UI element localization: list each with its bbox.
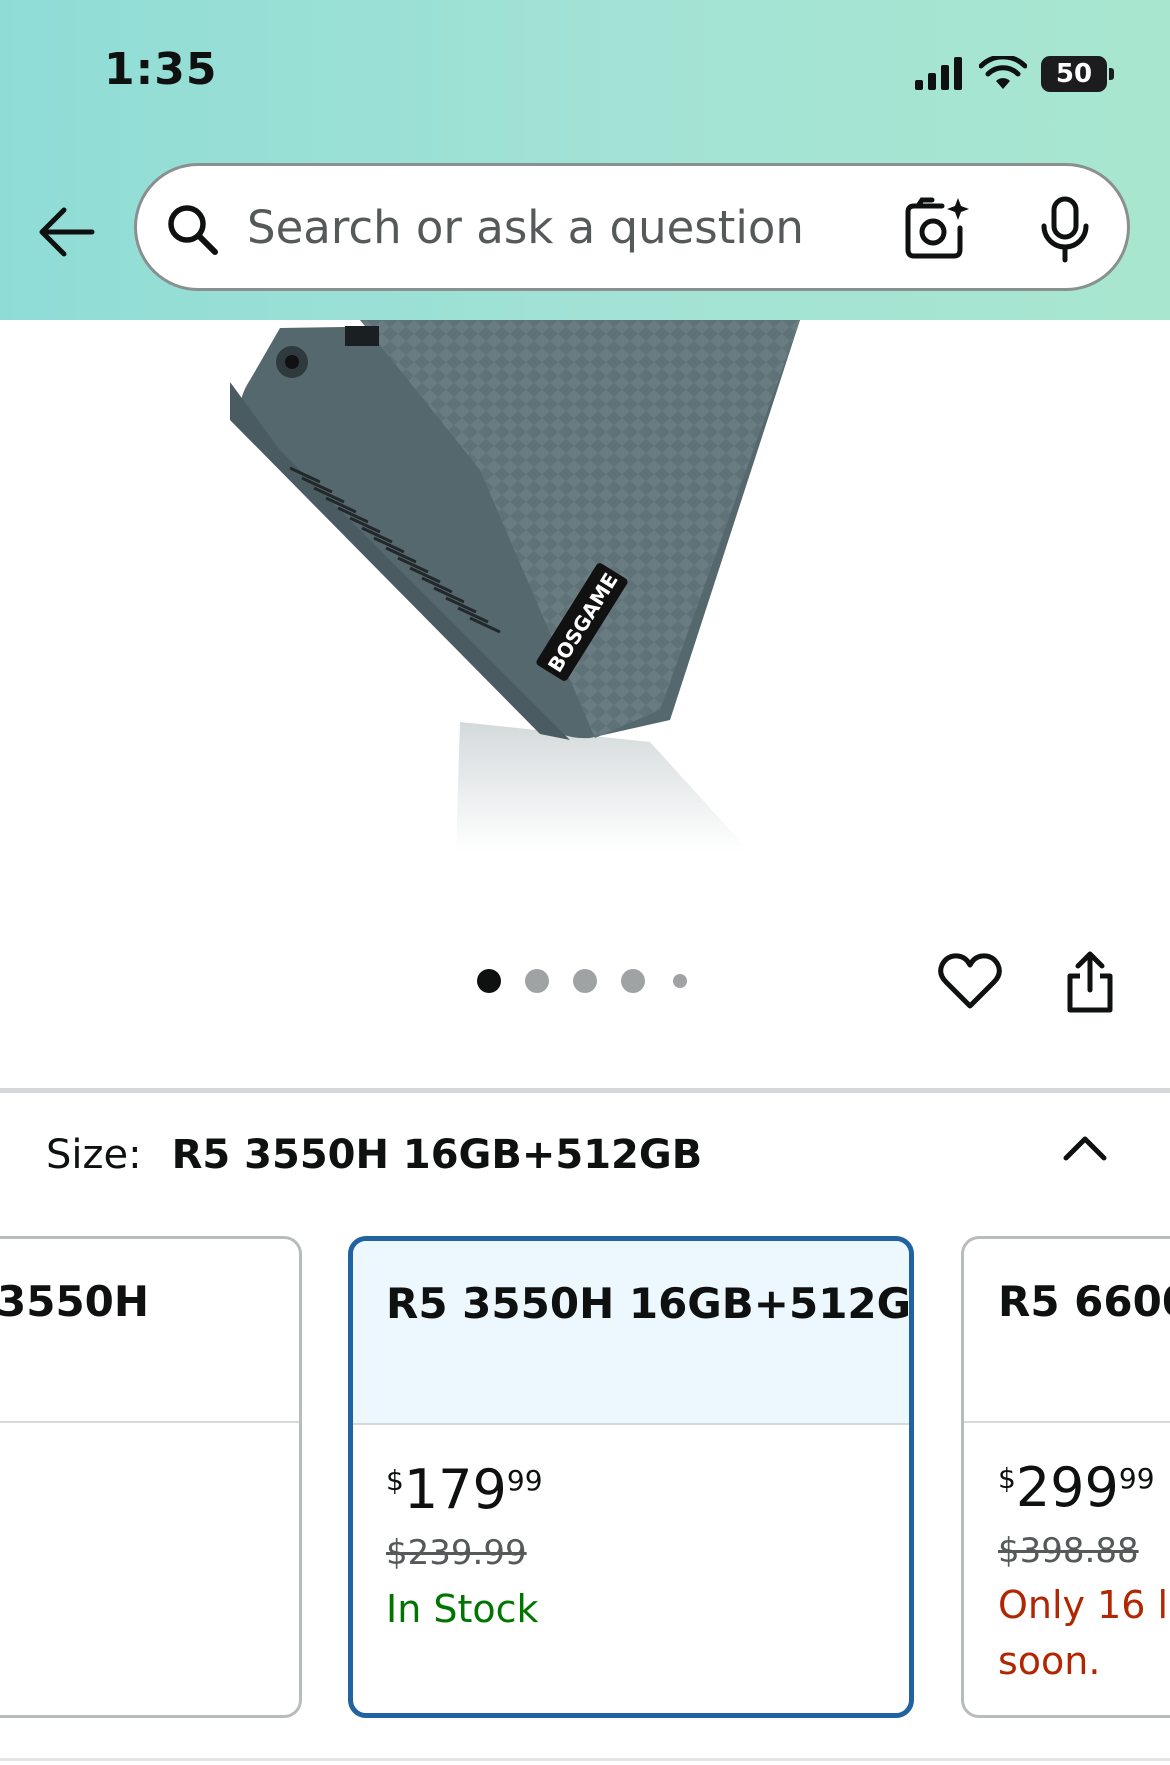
price-cents: 99 [506,1464,543,1497]
size-option-title: R5 3550H 16GB+512GB [386,1279,914,1328]
battery-icon: 50 [1041,56,1107,92]
wifi-icon [979,56,1027,89]
search-bar[interactable] [134,163,1130,291]
size-option-card[interactable]: R5 6600 $29999 $398.88 Only 16 le soon. [961,1236,1170,1718]
price-whole: 179 [403,1458,507,1521]
pagination-dot[interactable] [621,969,645,993]
pagination-dot[interactable] [573,969,597,993]
size-selected-value: R5 3550H 16GB+512GB [171,1132,703,1178]
stock-status-line: soon. [998,1639,1101,1683]
status-time: 1:35 [104,44,218,95]
share-icon[interactable] [1064,948,1116,1014]
camera-lens-icon[interactable] [902,196,970,260]
pagination-dot[interactable] [673,974,687,988]
price: $17999 [386,1463,543,1517]
price-currency: $ [386,1464,404,1497]
size-selector-header[interactable]: Size: R5 3550H 16GB+512GB [46,1132,702,1192]
price: $29999 [998,1461,1155,1515]
price-currency: $ [998,1462,1016,1495]
bottom-divider [0,1758,1170,1761]
status-icons: 50 [913,52,1114,96]
arrow-left-icon[interactable] [34,204,98,260]
size-option-header: R5 3550H 16GB+512GB [353,1241,909,1425]
list-price: $398.88 [998,1531,1139,1571]
pagination-dot[interactable] [525,969,549,993]
heart-icon[interactable] [938,952,1002,1010]
microphone-icon[interactable] [1039,196,1091,264]
stock-status: In Stock [386,1587,539,1631]
size-option-card-selected[interactable]: R5 3550H 16GB+512GB $17999 $239.99 In St… [348,1236,914,1718]
product-image[interactable]: BOSGAME [230,320,930,852]
search-input[interactable] [247,192,867,262]
price-cents: 99 [1118,1462,1155,1495]
size-label: Size: [46,1132,142,1178]
cellular-signal-icon [915,57,962,90]
size-option-title: 3550H [0,1277,150,1326]
pagination-dot-active[interactable] [477,969,501,993]
size-option-header: R5 6600 [964,1239,1170,1423]
stock-status-low: Only 16 le soon. [998,1577,1170,1689]
price-whole: 299 [1015,1456,1119,1519]
top-header: 1:35 50 [0,0,1170,320]
size-option-header: 3550H [0,1239,299,1423]
size-option-card[interactable]: 3550H [0,1236,302,1718]
size-option-title: R5 6600 [998,1277,1170,1326]
list-price: $239.99 [386,1533,527,1573]
chevron-up-icon[interactable] [1060,1128,1110,1168]
search-icon [168,205,218,255]
section-divider [0,1088,1170,1093]
stock-status-line: Only 16 le [998,1583,1170,1627]
battery-level: 50 [1055,59,1093,89]
battery-nub [1109,68,1114,80]
